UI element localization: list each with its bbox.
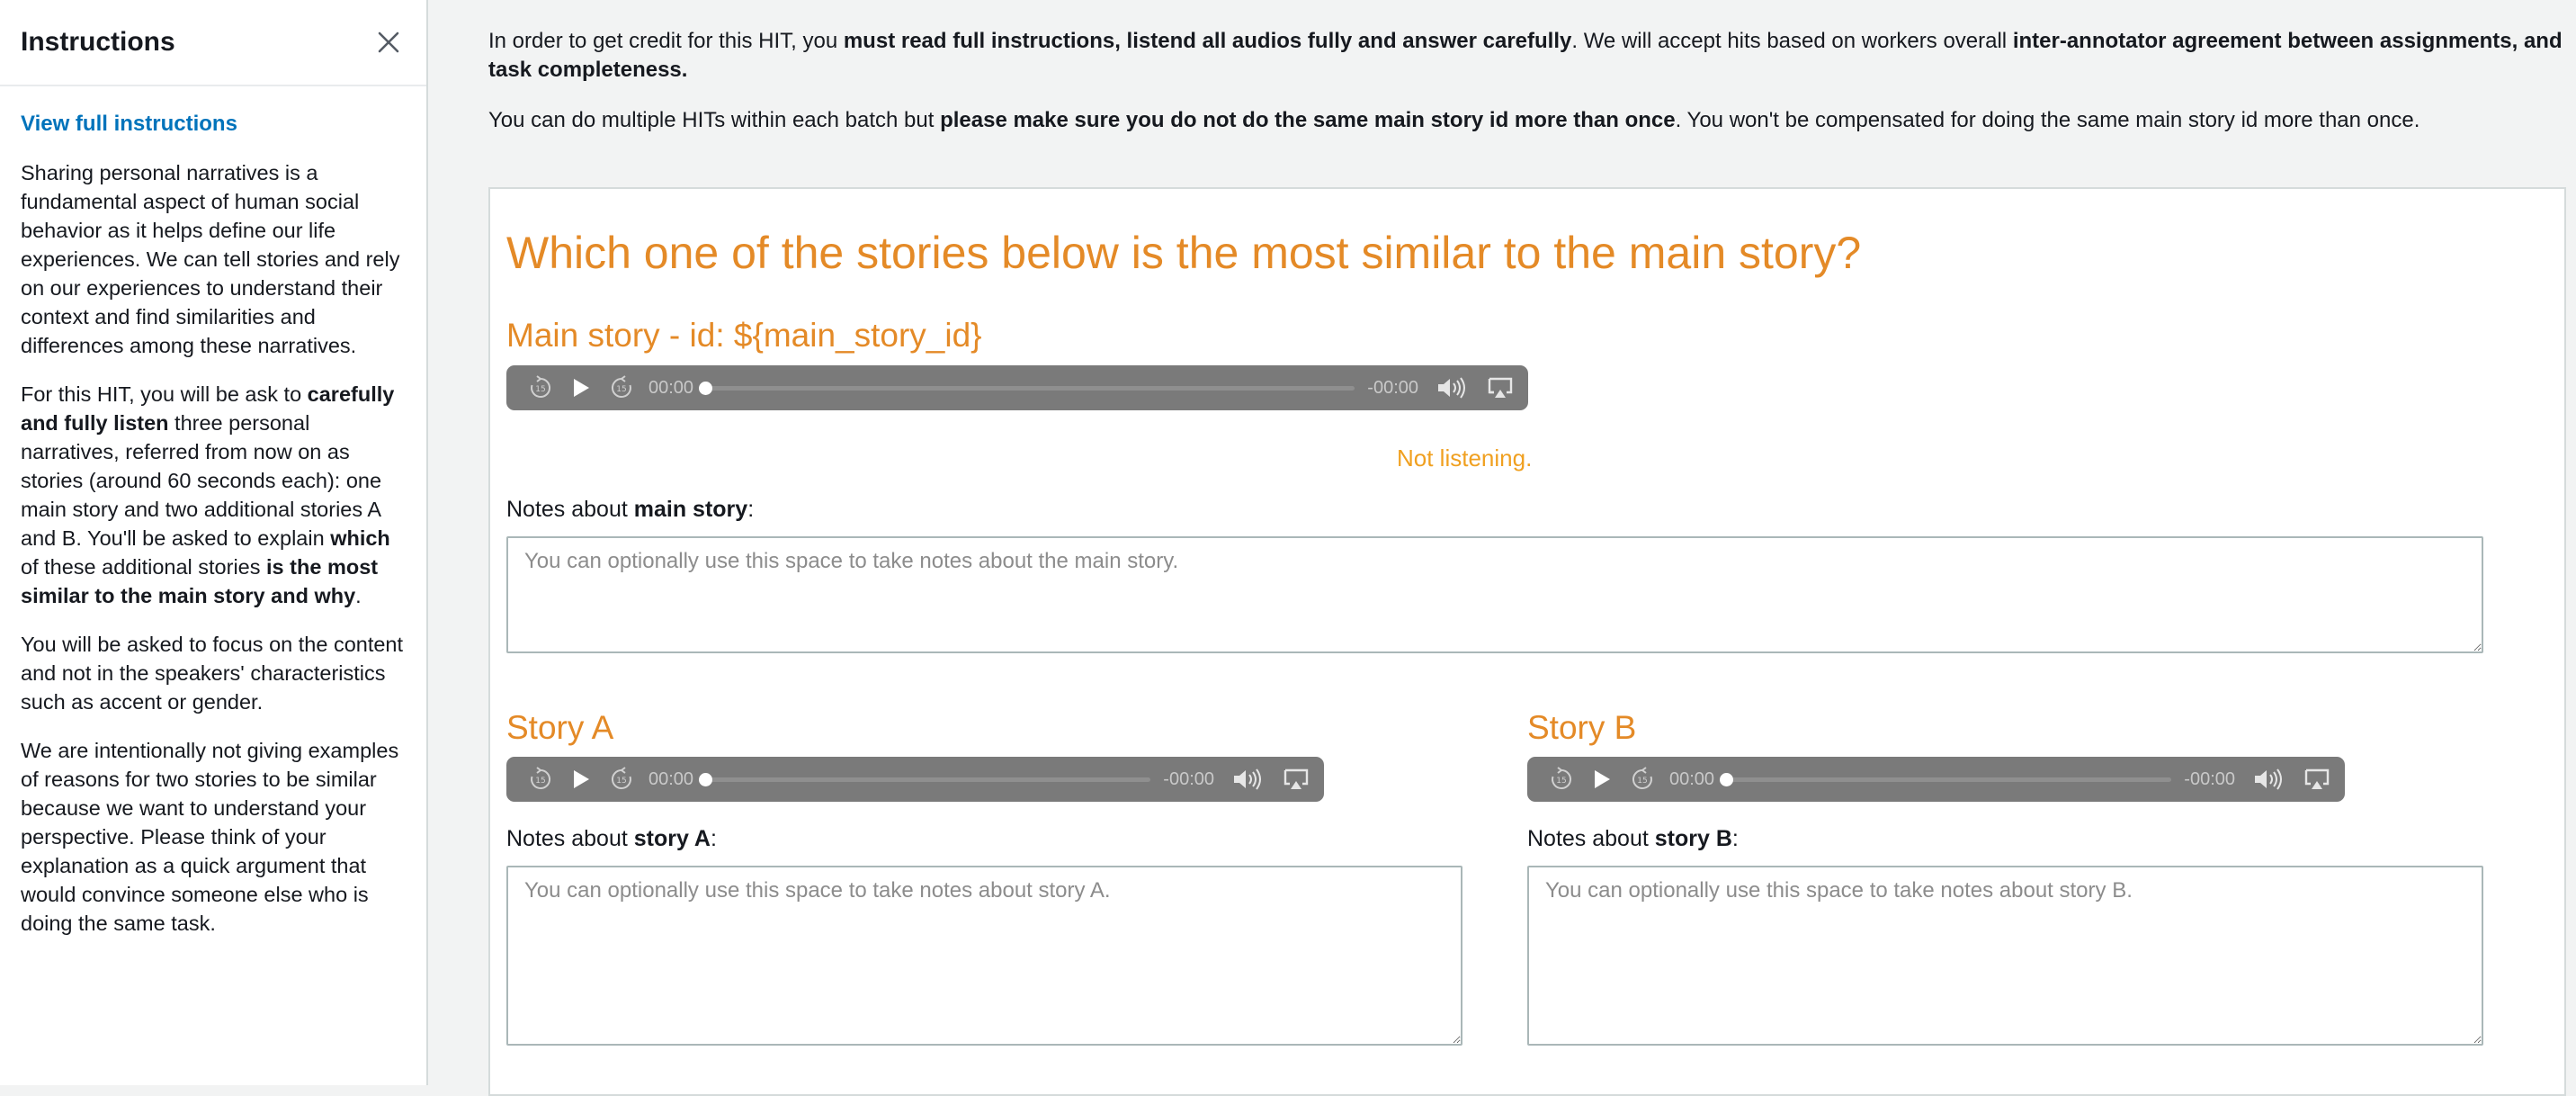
- svg-text:15: 15: [535, 385, 545, 394]
- remaining-time: -00:00: [1367, 377, 1418, 398]
- remaining-time: -00:00: [2184, 768, 2235, 789]
- current-time: 00:00: [648, 377, 694, 398]
- main-story-audio-player[interactable]: 15 15 00:00 -00:00: [506, 365, 1528, 410]
- story-b-notes-label: Notes about story B:: [1527, 826, 1739, 851]
- sidebar-title: Instructions: [21, 27, 175, 57]
- airplay-icon[interactable]: [2303, 768, 2330, 791]
- current-time: 00:00: [648, 768, 694, 789]
- sidebar-paragraph-3: You will be asked to focus on the conten…: [21, 633, 404, 714]
- progress-slider[interactable]: [1720, 772, 2172, 786]
- task-panel: Which one of the stories below is the mo…: [488, 187, 2566, 1096]
- close-icon[interactable]: [372, 26, 405, 58]
- svg-text:15: 15: [616, 385, 626, 394]
- volume-icon[interactable]: [2253, 768, 2284, 791]
- svg-text:15: 15: [1637, 777, 1647, 786]
- story-a-notes-field[interactable]: [506, 866, 1462, 1046]
- listening-status: Not listening.: [1397, 445, 1533, 472]
- main-story-heading: Main story - id: ${main_story_id}: [506, 317, 982, 354]
- sidebar-body: View full instructions Sharing personal …: [0, 86, 426, 938]
- rewind-15-icon[interactable]: 15: [1549, 767, 1574, 792]
- intro-section: In order to get credit for this HIT, you…: [488, 0, 2566, 135]
- rewind-15-icon[interactable]: 15: [528, 767, 553, 792]
- story-b-notes-field[interactable]: [1527, 866, 2483, 1046]
- remaining-time: -00:00: [1163, 768, 1214, 789]
- question-title: Which one of the stories below is the mo…: [506, 228, 1862, 278]
- current-time: 00:00: [1669, 768, 1715, 789]
- volume-icon[interactable]: [1232, 768, 1263, 791]
- forward-15-icon[interactable]: 15: [1630, 767, 1655, 792]
- view-full-instructions-link[interactable]: View full instructions: [21, 110, 406, 139]
- play-icon[interactable]: [1592, 768, 1612, 790]
- story-a-heading: Story A: [506, 709, 614, 746]
- instructions-sidebar: Instructions View full instructions Shar…: [0, 0, 428, 1085]
- sidebar-paragraph-2: For this HIT, you will be ask to careful…: [21, 382, 395, 607]
- story-b-heading: Story B: [1527, 709, 1637, 746]
- story-a-notes-label: Notes about story A:: [506, 826, 717, 851]
- sidebar-paragraph-1: Sharing personal narratives is a fundame…: [21, 161, 400, 357]
- svg-text:15: 15: [1556, 777, 1566, 786]
- svg-text:15: 15: [616, 777, 626, 786]
- forward-15-icon[interactable]: 15: [609, 375, 634, 400]
- intro-paragraph-1: In order to get credit for this HIT, you…: [488, 29, 2563, 82]
- intro-paragraph-2: You can do multiple HITs within each bat…: [488, 108, 2420, 132]
- progress-knob[interactable]: [1720, 772, 1734, 786]
- sidebar-header: Instructions: [0, 0, 426, 86]
- sidebar-paragraph-4: We are intentionally not giving examples…: [21, 739, 399, 935]
- main-story-notes-field[interactable]: [506, 536, 2483, 653]
- progress-slider[interactable]: [699, 381, 1355, 395]
- progress-knob[interactable]: [699, 772, 713, 786]
- svg-text:15: 15: [535, 777, 545, 786]
- volume-icon[interactable]: [1436, 376, 1467, 400]
- play-icon[interactable]: [571, 377, 591, 399]
- main-notes-label: Notes about main story:: [506, 497, 755, 522]
- progress-knob[interactable]: [699, 381, 713, 395]
- progress-slider[interactable]: [699, 772, 1151, 786]
- story-b-audio-player[interactable]: 15 15 00:00 -00:00: [1527, 757, 2345, 802]
- forward-15-icon[interactable]: 15: [609, 767, 634, 792]
- rewind-15-icon[interactable]: 15: [528, 375, 553, 400]
- airplay-icon[interactable]: [1283, 768, 1310, 791]
- story-a-audio-player[interactable]: 15 15 00:00 -00:00: [506, 757, 1324, 802]
- play-icon[interactable]: [571, 768, 591, 790]
- airplay-icon[interactable]: [1487, 376, 1514, 400]
